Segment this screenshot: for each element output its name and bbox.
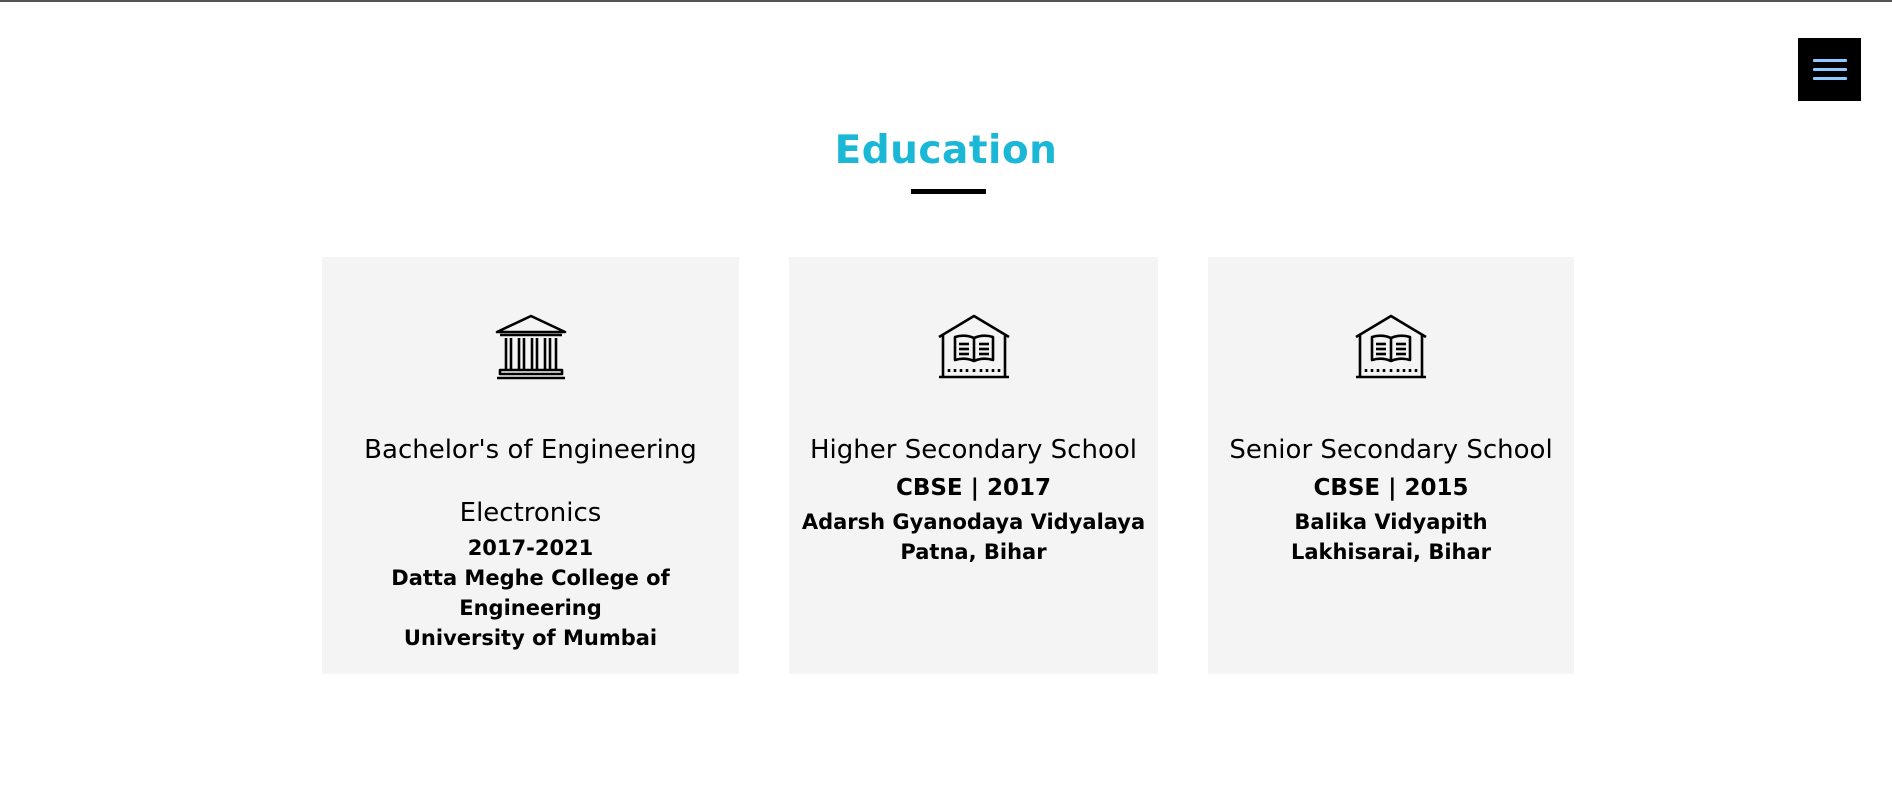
menu-button[interactable] [1798, 38, 1861, 101]
hamburger-menu-icon [1812, 59, 1847, 62]
school-book-icon [937, 314, 1010, 379]
university-building-icon [495, 314, 566, 380]
institution-name: Datta Meghe College of Engineering [391, 566, 670, 620]
top-border [0, 0, 1892, 2]
hamburger-menu-icon-bar [1812, 77, 1847, 80]
school-title: Higher Secondary School [810, 435, 1137, 465]
education-card-bachelors: Bachelor's of Engineering Electronics 20… [322, 257, 739, 674]
board-year: CBSE | 2015 [1313, 475, 1469, 501]
university-name: University of Mumbai [403, 626, 658, 650]
education-details: Balika Vidyapith Lakhisarai, Bihar [1208, 507, 1574, 567]
title-underline [911, 189, 986, 194]
school-title: Senior Secondary School [1229, 435, 1553, 465]
degree-title: Bachelor's of Engineering Electronics [322, 419, 739, 545]
hamburger-menu-icon-bar [1812, 68, 1847, 71]
education-details: Adarsh Gyanodaya Vidyalaya Patna, Bihar [789, 507, 1158, 567]
education-card-senior-secondary: Senior Secondary School CBSE | 2015 Bali… [1208, 257, 1574, 674]
school-book-icon [1355, 314, 1427, 379]
education-details: 2017-2021 Datta Meghe College of Enginee… [322, 533, 739, 653]
school-location: Lakhisarai, Bihar [1290, 540, 1492, 564]
degree-line-1: Bachelor's of Engineering [364, 435, 697, 465]
institution-name: Balika Vidyapith [1294, 510, 1488, 534]
section-title: Education [834, 128, 1058, 173]
school-location: Patna, Bihar [900, 540, 1047, 564]
education-card-higher-secondary: Higher Secondary School CBSE | 2017 Adar… [789, 257, 1158, 674]
institution-name: Adarsh Gyanodaya Vidyalaya [801, 510, 1146, 534]
education-years: 2017-2021 [467, 536, 594, 560]
board-year: CBSE | 2017 [895, 475, 1052, 501]
